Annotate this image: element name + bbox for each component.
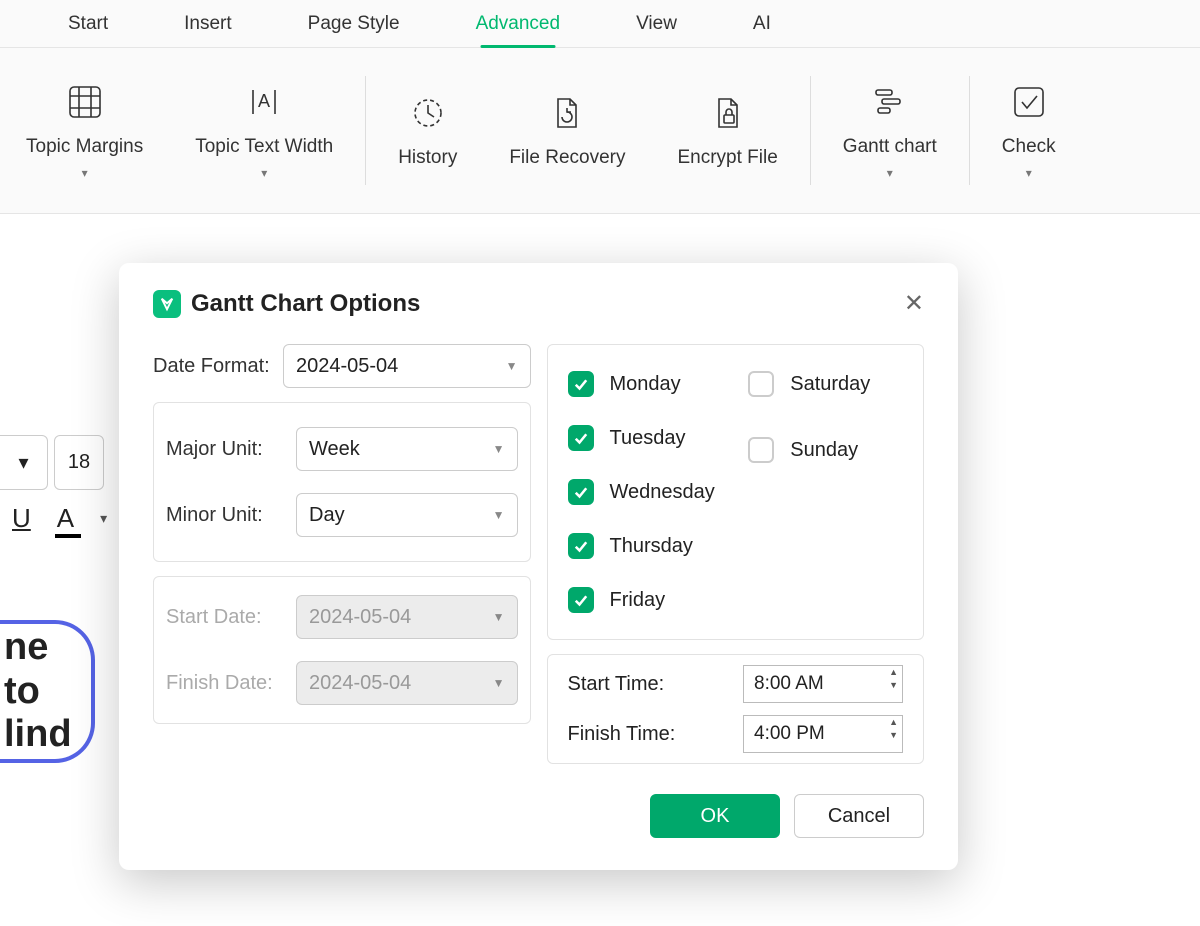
- check-button[interactable]: Check ▾: [976, 58, 1082, 203]
- checkbox-thursday[interactable]: Thursday: [568, 533, 723, 559]
- check-icon: [1009, 82, 1049, 122]
- unit-group: Major Unit: Week▼ Minor Unit: Day▼: [153, 402, 531, 562]
- minor-unit-label: Minor Unit:: [166, 504, 286, 527]
- gantt-icon: [870, 82, 910, 122]
- text-style-buttons: U A ▾: [12, 503, 107, 534]
- svg-text:A: A: [258, 91, 270, 111]
- tab-start[interactable]: Start: [30, 0, 146, 48]
- step-down-icon[interactable]: ▼: [889, 731, 898, 740]
- step-up-icon[interactable]: ▲: [889, 668, 898, 677]
- topic-margins-button[interactable]: Topic Margins ▾: [0, 58, 169, 203]
- file-recovery-icon: [547, 93, 587, 133]
- checkbox-empty-icon: [748, 437, 774, 463]
- close-button[interactable]: ✕: [904, 289, 924, 318]
- topic-text-width-button[interactable]: A Topic Text Width ▾: [169, 58, 359, 203]
- check-icon: [568, 533, 594, 559]
- major-unit-label: Major Unit:: [166, 438, 286, 461]
- chevron-down-icon: ▼: [493, 676, 505, 690]
- toolbar-separator: [365, 76, 366, 185]
- check-label: Check: [1002, 136, 1056, 158]
- cancel-button[interactable]: Cancel: [794, 794, 924, 838]
- chevron-down-icon: ▼: [493, 508, 505, 522]
- encrypt-file-button[interactable]: Encrypt File: [651, 58, 803, 203]
- checkbox-saturday[interactable]: Saturday: [748, 371, 903, 397]
- encrypt-file-icon: [708, 93, 748, 133]
- topic-margins-label: Topic Margins: [26, 136, 143, 158]
- step-up-icon[interactable]: ▲: [889, 718, 898, 727]
- check-icon: [568, 587, 594, 613]
- checkbox-monday[interactable]: Monday: [568, 371, 723, 397]
- chevron-down-icon: ▼: [506, 359, 518, 373]
- chevron-down-icon: ▼: [493, 610, 505, 624]
- gantt-chart-button[interactable]: Gantt chart ▾: [817, 58, 963, 203]
- ribbon-toolbar: Topic Margins ▾ A Topic Text Width ▾ His…: [0, 48, 1200, 214]
- date-range-group: Start Date: 2024-05-04▼ Finish Date: 202…: [153, 576, 531, 724]
- margins-icon: [65, 82, 105, 122]
- text-width-icon: A: [244, 82, 284, 122]
- menu-tabs: Start Insert Page Style Advanced View AI: [0, 0, 1200, 48]
- font-color-button[interactable]: A: [57, 503, 74, 534]
- chevron-down-icon: ▾: [82, 166, 88, 180]
- checkbox-sunday[interactable]: Sunday: [748, 437, 903, 463]
- checkbox-empty-icon: [748, 371, 774, 397]
- toolbar-separator: [969, 76, 970, 185]
- font-size-dropdown[interactable]: 18: [54, 435, 104, 490]
- date-format-label: Date Format:: [153, 355, 273, 378]
- checkbox-friday[interactable]: Friday: [568, 587, 723, 613]
- tab-page-style[interactable]: Page Style: [270, 0, 438, 48]
- tab-view[interactable]: View: [598, 0, 715, 48]
- chevron-down-icon: ▼: [493, 442, 505, 456]
- start-time-label: Start Time:: [568, 673, 698, 696]
- app-logo-icon: [153, 290, 181, 318]
- check-icon: [568, 425, 594, 451]
- check-icon: [568, 371, 594, 397]
- file-recovery-label: File Recovery: [509, 147, 625, 169]
- gantt-chart-label: Gantt chart: [843, 136, 937, 158]
- finish-time-input[interactable]: 4:00 PM ▲▼: [743, 715, 903, 753]
- chevron-down-icon: ▾: [1026, 166, 1032, 180]
- chevron-down-icon: ▾: [261, 166, 267, 180]
- tab-ai[interactable]: AI: [715, 0, 809, 48]
- history-button[interactable]: History: [372, 58, 483, 203]
- working-days-panel: Monday Tuesday Wednesday Thursday: [547, 344, 925, 640]
- date-format-select[interactable]: 2024-05-04▼: [283, 344, 531, 388]
- major-unit-select[interactable]: Week▼: [296, 427, 518, 471]
- dialog-title: Gantt Chart Options: [191, 290, 420, 318]
- ok-button[interactable]: OK: [650, 794, 780, 838]
- chevron-down-icon[interactable]: ▾: [100, 510, 107, 527]
- checkbox-wednesday[interactable]: Wednesday: [568, 479, 723, 505]
- finish-date-label: Finish Date:: [166, 672, 286, 695]
- font-family-dropdown-fragment[interactable]: ▾: [0, 435, 48, 490]
- encrypt-file-label: Encrypt File: [677, 147, 777, 169]
- tab-advanced[interactable]: Advanced: [438, 0, 599, 48]
- time-range-panel: Start Time: 8:00 AM ▲▼ Finish Time: 4:00…: [547, 654, 925, 764]
- start-date-label: Start Date:: [166, 606, 286, 629]
- file-recovery-button[interactable]: File Recovery: [483, 58, 651, 203]
- history-label: History: [398, 147, 457, 169]
- start-date-select: 2024-05-04▼: [296, 595, 518, 639]
- check-icon: [568, 479, 594, 505]
- chevron-down-icon: ▾: [887, 166, 893, 180]
- history-icon: [408, 93, 448, 133]
- start-time-input[interactable]: 8:00 AM ▲▼: [743, 665, 903, 703]
- toolbar-separator: [810, 76, 811, 185]
- minor-unit-select[interactable]: Day▼: [296, 493, 518, 537]
- topic-text-line2: lind: [4, 713, 72, 757]
- gantt-options-dialog: Gantt Chart Options ✕ Date Format: 2024-…: [119, 263, 958, 870]
- checkbox-tuesday[interactable]: Tuesday: [568, 425, 723, 451]
- underline-button[interactable]: U: [12, 503, 31, 534]
- tab-insert[interactable]: Insert: [146, 0, 270, 48]
- font-size-dropdowns: ▾ 18: [0, 435, 104, 490]
- step-down-icon[interactable]: ▼: [889, 681, 898, 690]
- finish-date-select: 2024-05-04▼: [296, 661, 518, 705]
- topic-card-fragment: ne to lind: [0, 620, 95, 763]
- topic-text-width-label: Topic Text Width: [195, 136, 333, 158]
- topic-text-line1: ne to: [4, 626, 91, 713]
- finish-time-label: Finish Time:: [568, 723, 698, 746]
